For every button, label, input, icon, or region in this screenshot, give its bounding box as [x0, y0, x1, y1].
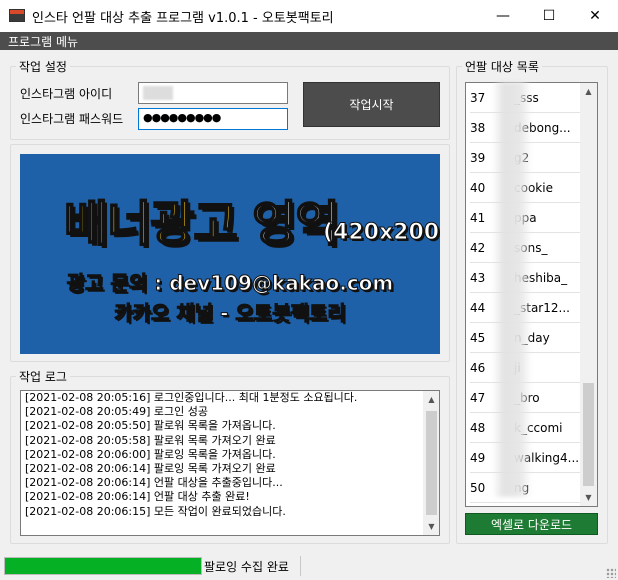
progress-fill	[5, 558, 201, 574]
menu-program[interactable]: 프로그램 메뉴	[8, 33, 78, 50]
log-line: [2021-02-08 20:06:15] 모든 작업이 완료되었습니다.	[25, 504, 286, 518]
redaction-strip	[492, 82, 532, 497]
list-scrollbar[interactable]: ▲ ▼	[580, 83, 597, 506]
password-field[interactable]: ●●●●●●●●●	[138, 108, 288, 130]
scroll-up-icon[interactable]: ▲	[580, 83, 597, 100]
scroll-thumb[interactable]	[426, 411, 437, 515]
list-item-number: 49	[470, 451, 486, 465]
status-bar: 팔로잉 수집 완료	[0, 552, 618, 580]
list-item-number: 38	[470, 121, 486, 135]
log-line: [2021-02-08 20:06:14] 언팔 대상 추출 완료!	[25, 490, 250, 504]
close-icon[interactable]: ✕	[572, 0, 618, 32]
start-button[interactable]: 작업시작	[303, 82, 440, 127]
log-line: [2021-02-08 20:05:16] 로그인중입니다... 최대 1분정도…	[25, 391, 358, 404]
banner-contact: 광고 문의 : dev109@kakao.com	[66, 271, 394, 296]
log-line: [2021-02-08 20:05:58] 팔로워 목록 가져오기 완료	[25, 433, 276, 447]
status-text: 팔로잉 수집 완료	[204, 560, 289, 574]
title-bar: 인스타 언팔 대상 추출 프로그램 v1.0.1 - 오토봇팩토리 — ☐ ✕	[0, 0, 618, 32]
list-item-number: 40	[470, 181, 486, 195]
window-title: 인스타 언팔 대상 추출 프로그램 v1.0.1 - 오토봇팩토리	[32, 11, 334, 26]
banner-title: 배너광고 영역	[63, 184, 341, 254]
log-line: [2021-02-08 20:05:49] 로그인 성공	[25, 405, 209, 419]
list-item-number: 43	[470, 271, 486, 285]
log-lines: [2021-02-08 20:05:16] 로그인중입니다... 최대 1분정도…	[25, 391, 423, 519]
log-scrollbar[interactable]: ▲ ▼	[423, 391, 439, 535]
list-item-number: 48	[470, 421, 486, 435]
banner-size: (420x200)	[322, 220, 440, 246]
list-item-number: 39	[470, 151, 486, 165]
log-group-label: 작업 로그	[19, 370, 67, 384]
list-item-number: 44	[470, 301, 486, 315]
log-line: [2021-02-08 20:06:00] 팔로잉 목록을 가져옵니다.	[25, 447, 276, 461]
list-item-number: 46	[470, 361, 486, 375]
menu-bar: 프로그램 메뉴	[0, 32, 618, 50]
scroll-down-icon[interactable]: ▼	[423, 518, 439, 535]
list-item-number: 45	[470, 331, 486, 345]
list-item-number: 41	[470, 211, 486, 225]
log-line: [2021-02-08 20:05:50] 팔로워 목록을 가져옵니다.	[25, 419, 276, 433]
settings-group-label: 작업 설정	[19, 60, 67, 74]
resize-grip-icon[interactable]	[606, 568, 616, 578]
id-label: 인스타그램 아이디	[20, 87, 113, 101]
scroll-thumb[interactable]	[583, 383, 594, 486]
app-icon	[9, 9, 25, 22]
scroll-up-icon[interactable]: ▲	[423, 391, 439, 408]
scroll-down-icon[interactable]: ▼	[580, 489, 597, 506]
banner-ad[interactable]: 배너광고 영역 (420x200) 광고 문의 : dev109@kakao.c…	[20, 154, 440, 354]
progress-bar	[4, 557, 202, 575]
list-item-number: 42	[470, 241, 486, 255]
id-field[interactable]	[138, 82, 288, 104]
banner-channel: 카카오 채널 - 오토봇팩토리	[114, 301, 347, 326]
log-line: [2021-02-08 20:06:14] 팔로잉 목록 가져오기 완료	[25, 462, 276, 476]
unfollow-group-label: 언팔 대상 목록	[465, 60, 539, 74]
log-line: [2021-02-08 20:06:14] 언팔 대상을 추출중입니다...	[25, 476, 283, 490]
excel-download-button[interactable]: 엑셀로 다운로드	[465, 513, 598, 535]
pw-label: 인스타그램 패스워드	[20, 112, 124, 126]
banner-title-main: 배너광고	[63, 195, 239, 253]
list-item-number: 47	[470, 391, 486, 405]
status-divider	[300, 556, 301, 576]
minimize-icon[interactable]: —	[480, 0, 526, 32]
list-item-number: 37	[470, 91, 486, 105]
maximize-icon[interactable]: ☐	[526, 0, 572, 32]
redacted-id	[143, 85, 173, 100]
log-textbox[interactable]: [2021-02-08 20:05:16] 로그인중입니다... 최대 1분정도…	[20, 390, 440, 536]
list-item-number: 50	[470, 481, 486, 495]
